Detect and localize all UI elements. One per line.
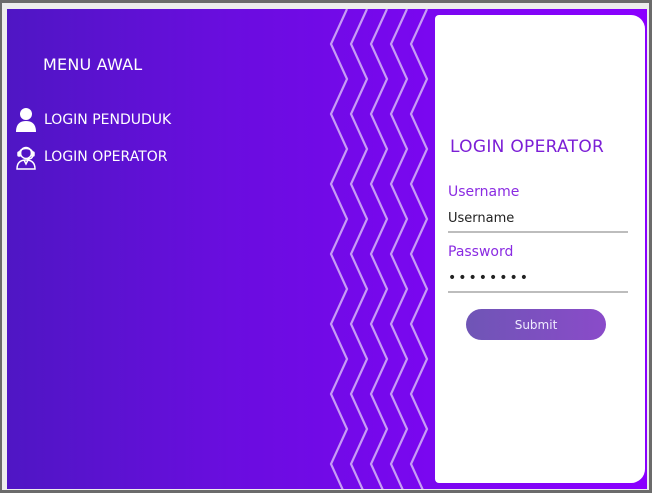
password-label: Password	[448, 244, 514, 260]
operator-headset-icon	[15, 144, 37, 170]
submit-button[interactable]: Submit	[466, 309, 606, 340]
nav-login-penduduk[interactable]: LOGIN PENDUDUK	[15, 107, 171, 133]
menu-title: MENU AWAL	[43, 55, 143, 74]
password-input[interactable]	[448, 267, 628, 293]
login-panel: LOGIN OPERATOR Username Password Submit	[435, 15, 645, 483]
nav-login-penduduk-label: LOGIN PENDUDUK	[44, 112, 172, 128]
login-title: LOGIN OPERATOR	[450, 137, 605, 157]
user-icon	[15, 107, 37, 133]
nav-login-operator-label: LOGIN OPERATOR	[44, 149, 168, 165]
window: MENU AWAL LOGIN PENDUDUK LOGIN OPERATOR …	[2, 3, 649, 490]
nav-login-operator[interactable]: LOGIN OPERATOR	[15, 144, 167, 170]
zigzag-decoration	[329, 9, 429, 489]
app-background: MENU AWAL LOGIN PENDUDUK LOGIN OPERATOR …	[7, 9, 647, 489]
username-label: Username	[448, 184, 520, 200]
username-input[interactable]	[448, 207, 628, 233]
